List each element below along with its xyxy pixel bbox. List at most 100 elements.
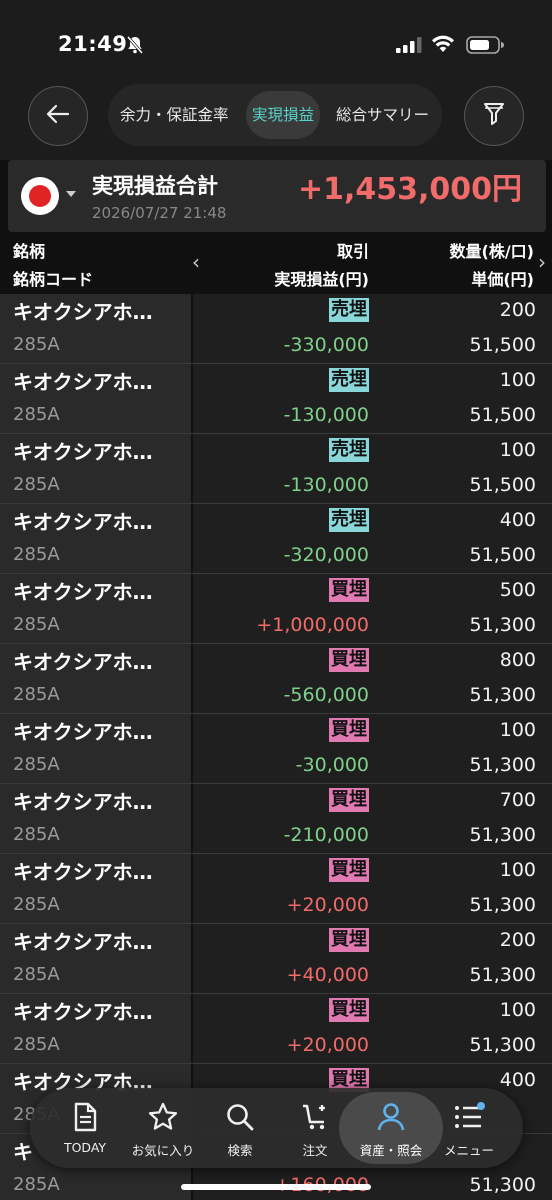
unit-price: 51,300 bbox=[469, 1174, 536, 1196]
status-bar: 21:49 bbox=[0, 0, 552, 84]
unit-price: 51,300 bbox=[469, 964, 536, 986]
tab-assets[interactable]: 資産・照会 bbox=[339, 1088, 443, 1168]
document-icon bbox=[71, 1102, 99, 1136]
realized-pl: -330,000 bbox=[283, 334, 369, 356]
quantity: 200 bbox=[499, 299, 536, 321]
stock-name: キオクシアホ… bbox=[13, 370, 153, 394]
tab-margin-rate[interactable]: 余力・保証金率 bbox=[120, 91, 229, 139]
quantity: 100 bbox=[499, 859, 536, 881]
battery-icon bbox=[466, 36, 504, 58]
realized-pl: -320,000 bbox=[283, 544, 369, 566]
cart-icon bbox=[300, 1102, 330, 1136]
row-left-cell: キオクシアホ… 285A bbox=[0, 854, 191, 923]
tab-total-summary[interactable]: 総合サマリー bbox=[336, 91, 429, 139]
table-row[interactable]: キオクシアホ… 285A 買埋 +20,000 100 51,300 bbox=[0, 994, 552, 1064]
table-row[interactable]: キオクシアホ… 285A 買埋 +40,000 200 51,300 bbox=[0, 924, 552, 994]
status-time: 21:49 bbox=[58, 32, 128, 56]
realized-pl-summary: 実現損益合計 2026/07/27 21:48 +1,453,000円 bbox=[8, 160, 546, 232]
table-row[interactable]: キオクシアホ… 285A 買埋 -560,000 800 51,300 bbox=[0, 644, 552, 714]
tab-favorites[interactable]: お気に入り bbox=[127, 1088, 199, 1168]
row-left-cell: キオクシアホ… 285A bbox=[0, 504, 191, 573]
tab-today[interactable]: TODAY bbox=[49, 1088, 121, 1168]
unit-price: 51,300 bbox=[469, 754, 536, 776]
stock-code: 285A bbox=[13, 754, 60, 775]
stock-name: キオクシアホ… bbox=[13, 930, 153, 954]
table-row[interactable]: キオクシアホ… 285A 買埋 +1,000,000 500 51,300 bbox=[0, 574, 552, 644]
unit-price: 51,300 bbox=[469, 684, 536, 706]
stock-code: 285A bbox=[13, 964, 60, 985]
trade-type-badge: 買埋 bbox=[329, 928, 369, 952]
stock-name: キオクシアホ… bbox=[13, 790, 153, 814]
stock-code: 285A bbox=[13, 474, 60, 495]
stock-name: キオクシアホ… bbox=[13, 300, 153, 324]
col-name: 銘柄 bbox=[13, 242, 46, 261]
menu-icon bbox=[453, 1102, 485, 1136]
tab-label: TODAY bbox=[63, 1140, 107, 1155]
row-left-cell: キオクシアホ… 285A bbox=[0, 714, 191, 783]
chevron-right-icon[interactable]: › bbox=[538, 250, 546, 274]
table-row[interactable]: キオクシアホ… 285A 売埋 -130,000 100 51,500 bbox=[0, 364, 552, 434]
realized-pl: -130,000 bbox=[283, 404, 369, 426]
back-button[interactable] bbox=[28, 86, 88, 146]
filter-icon bbox=[483, 101, 505, 131]
stock-code: 285A bbox=[13, 894, 60, 915]
trade-type-badge: 買埋 bbox=[329, 858, 369, 882]
summary-total: +1,453,000円 bbox=[297, 172, 522, 207]
quantity: 400 bbox=[499, 509, 536, 531]
tab-menu[interactable]: メニュー bbox=[433, 1088, 505, 1168]
quantity: 700 bbox=[499, 789, 536, 811]
stock-code: 285A bbox=[13, 684, 60, 705]
home-indicator bbox=[181, 1184, 371, 1190]
row-left-cell: キオクシアホ… 285A bbox=[0, 784, 191, 853]
stock-name: キオクシアホ… bbox=[13, 440, 153, 464]
tab-label: 資産・照会 bbox=[359, 1143, 423, 1158]
unit-price: 51,300 bbox=[469, 824, 536, 846]
realized-pl: +1,000,000 bbox=[256, 614, 369, 636]
unit-price: 51,500 bbox=[469, 474, 536, 496]
trade-type-badge: 買埋 bbox=[329, 578, 369, 602]
table-row[interactable]: キオクシアホ… 285A 買埋 -30,000 100 51,300 bbox=[0, 714, 552, 784]
summary-timestamp: 2026/07/27 21:48 bbox=[92, 204, 227, 222]
table-row[interactable]: キオクシアホ… 285A 売埋 -130,000 100 51,500 bbox=[0, 434, 552, 504]
col-code: 銘柄コード bbox=[13, 270, 94, 289]
table-row[interactable]: キオクシアホ… 285A 買埋 +20,000 100 51,300 bbox=[0, 854, 552, 924]
row-left-cell: キオクシアホ… 285A bbox=[0, 574, 191, 643]
trade-type-badge: 売埋 bbox=[329, 298, 369, 322]
quantity: 100 bbox=[499, 439, 536, 461]
tab-label: メニュー bbox=[443, 1143, 494, 1158]
quantity: 100 bbox=[499, 719, 536, 741]
stock-code: 285A bbox=[13, 614, 60, 635]
row-left-cell: キオクシアホ… 285A bbox=[0, 434, 191, 503]
trade-type-badge: 買埋 bbox=[329, 998, 369, 1022]
arrow-left-icon bbox=[46, 104, 70, 128]
col-trade: 取引 bbox=[336, 242, 369, 261]
tab-search[interactable]: 検索 bbox=[204, 1088, 276, 1168]
person-icon bbox=[376, 1102, 406, 1136]
table-row[interactable]: キオクシアホ… 285A 売埋 -320,000 400 51,500 bbox=[0, 504, 552, 574]
table-row[interactable]: キオクシアホ… 285A 売埋 -330,000 200 51,500 bbox=[0, 294, 552, 364]
stock-name: キ bbox=[13, 1140, 33, 1164]
chevron-down-icon[interactable] bbox=[66, 191, 76, 197]
col-unit-price: 単価(円) bbox=[471, 270, 534, 289]
col-quantity: 数量(株/口) bbox=[449, 242, 534, 261]
stock-code: 285A bbox=[13, 1174, 60, 1195]
market-selector-jp-flag-icon[interactable] bbox=[21, 177, 59, 215]
chevron-left-icon[interactable]: ‹ bbox=[192, 250, 200, 274]
trade-type-badge: 買埋 bbox=[329, 788, 369, 812]
realized-pl: -210,000 bbox=[283, 824, 369, 846]
filter-button[interactable] bbox=[464, 86, 524, 146]
trade-list: キオクシアホ… 285A 売埋 -330,000 200 51,500 キオクシアホ… 285… bbox=[0, 294, 552, 1200]
unit-price: 51,300 bbox=[469, 1034, 536, 1056]
stock-name: キオクシアホ… bbox=[13, 720, 153, 744]
summary-title: 実現損益合計 bbox=[92, 174, 218, 198]
segment-control: 余力・保証金率 実現損益 総合サマリー bbox=[108, 84, 442, 146]
stock-code: 285A bbox=[13, 404, 60, 425]
wifi-icon bbox=[431, 34, 455, 58]
realized-pl: +20,000 bbox=[286, 894, 369, 916]
table-row[interactable]: キオクシアホ… 285A 買埋 -210,000 700 51,300 bbox=[0, 784, 552, 854]
unit-price: 51,300 bbox=[469, 894, 536, 916]
row-left-cell: キオクシアホ… 285A bbox=[0, 644, 191, 713]
quantity: 500 bbox=[499, 579, 536, 601]
quantity: 400 bbox=[499, 1069, 536, 1091]
tab-realized-pl[interactable]: 実現損益 bbox=[246, 91, 320, 139]
